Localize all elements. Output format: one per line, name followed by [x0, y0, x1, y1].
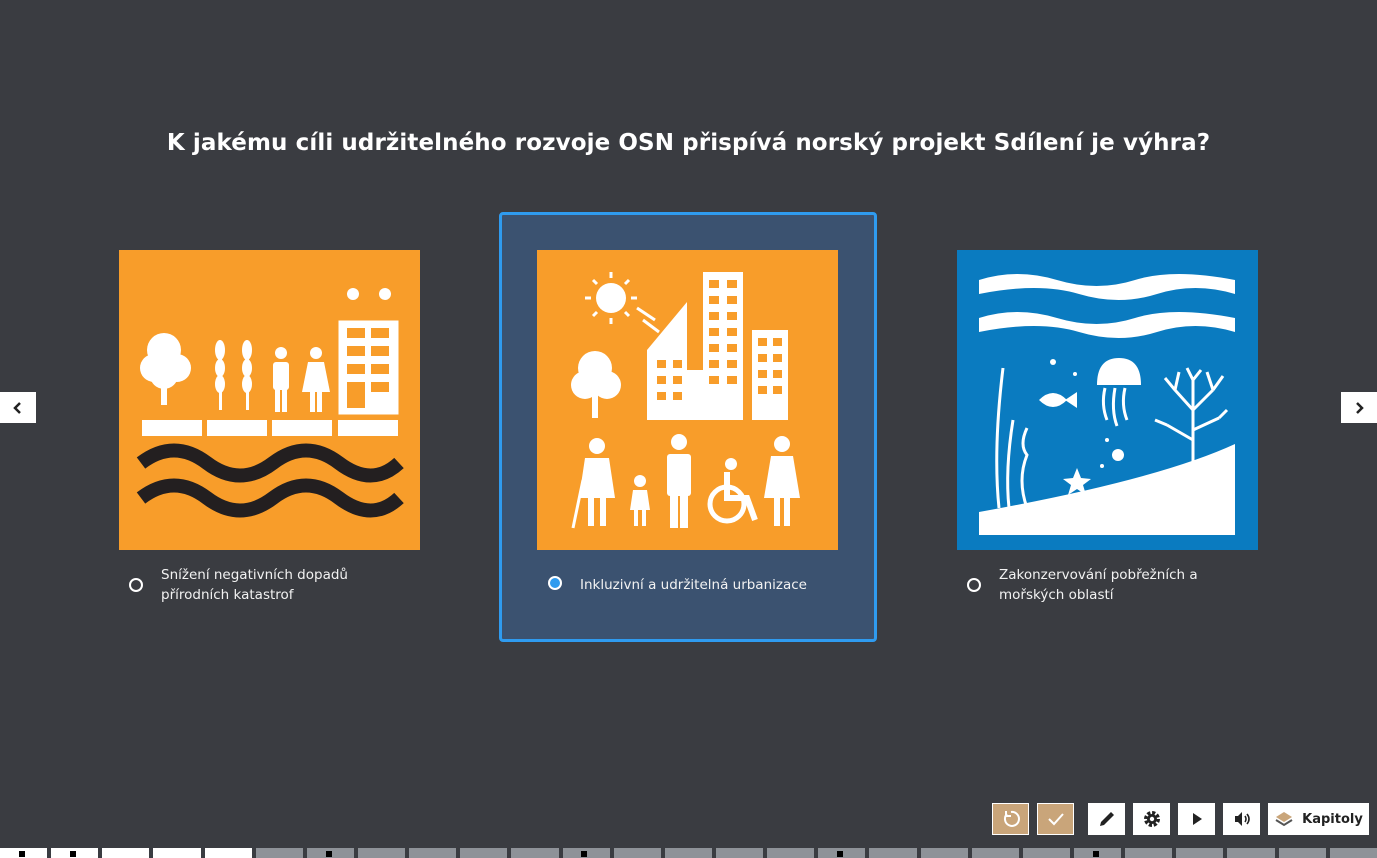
radio-button[interactable] [967, 578, 981, 592]
chapter-marker [581, 851, 588, 857]
next-slide-button[interactable] [1341, 392, 1377, 423]
progress-segment[interactable] [357, 848, 406, 858]
volume-icon [1234, 812, 1250, 826]
chapter-marker [837, 851, 844, 857]
progress-segment[interactable] [1227, 848, 1275, 858]
progress-segment[interactable] [1278, 848, 1326, 858]
chapter-marker [18, 851, 25, 857]
submit-button[interactable] [1037, 803, 1074, 835]
answer-option-2[interactable]: Inkluzivní a udržitelná urbanizace [499, 212, 877, 642]
progress-segment[interactable] [1329, 848, 1377, 858]
sdg-cities-image [537, 250, 838, 550]
progress-segment[interactable] [51, 848, 99, 858]
reset-button[interactable] [992, 803, 1029, 835]
progress-segment[interactable] [869, 848, 917, 858]
chevron-right-icon [1356, 401, 1364, 414]
progress-segment[interactable] [153, 848, 201, 858]
chapters-label: Kapitoly [1302, 811, 1363, 827]
progress-segment[interactable] [562, 848, 610, 858]
progress-segment[interactable] [818, 848, 866, 858]
sdg-disaster-image [119, 250, 420, 550]
pencil-icon [1099, 812, 1114, 826]
draw-button[interactable] [1088, 803, 1125, 835]
progress-segment[interactable] [511, 848, 559, 858]
progress-segment[interactable] [0, 848, 48, 858]
chevron-left-icon [13, 401, 21, 414]
progress-segment[interactable] [409, 848, 457, 858]
chapter-marker [325, 851, 332, 857]
progress-segment[interactable] [102, 848, 150, 858]
answer-option-1[interactable]: Snížení negativních dopadů přírodních ka… [81, 212, 459, 642]
option-label: Inkluzivní a udržitelná urbanizace [580, 577, 807, 593]
radio-button-selected[interactable] [548, 576, 562, 590]
volume-button[interactable] [1223, 803, 1260, 835]
question-title: K jakému cíli udržitelného rozvoje OSN p… [166, 130, 1211, 156]
answer-option-3[interactable]: Zakonzervování pobřežních a mořských obl… [919, 212, 1297, 642]
progress-segment[interactable] [306, 848, 354, 858]
answer-controls [992, 803, 1074, 835]
progress-segment[interactable] [715, 848, 764, 858]
sdg-ocean-image [957, 250, 1258, 550]
settings-button[interactable] [1133, 803, 1170, 835]
progress-segment[interactable] [1176, 848, 1224, 858]
progress-segment[interactable] [767, 848, 815, 858]
progress-segment[interactable] [255, 848, 303, 858]
progress-segment[interactable] [460, 848, 508, 858]
chapter-marker [1092, 851, 1099, 857]
option-label: Snížení negativních dopadů přírodních ka… [161, 567, 348, 603]
progress-segment[interactable] [204, 848, 252, 858]
slide-progress-bar [0, 848, 1377, 858]
gear-icon [1143, 811, 1160, 827]
progress-segment[interactable] [971, 848, 1019, 858]
previous-slide-button[interactable] [0, 392, 36, 423]
radio-button[interactable] [129, 578, 143, 592]
check-icon [1047, 813, 1064, 826]
progress-segment[interactable] [613, 848, 661, 858]
progress-segment[interactable] [1073, 848, 1122, 858]
option-label: Zakonzervování pobřežních a mořských obl… [999, 567, 1198, 603]
progress-segment[interactable] [920, 848, 968, 858]
play-icon [1192, 813, 1202, 825]
reset-icon [1003, 810, 1020, 827]
progress-segment[interactable] [1022, 848, 1070, 858]
play-button[interactable] [1178, 803, 1215, 835]
progress-segment[interactable] [664, 848, 712, 858]
progress-segment[interactable] [1125, 848, 1173, 858]
layers-icon [1275, 812, 1293, 827]
chapter-marker [69, 851, 76, 857]
player-controls: Kapitoly [1088, 803, 1369, 835]
chapters-button[interactable]: Kapitoly [1268, 803, 1369, 835]
